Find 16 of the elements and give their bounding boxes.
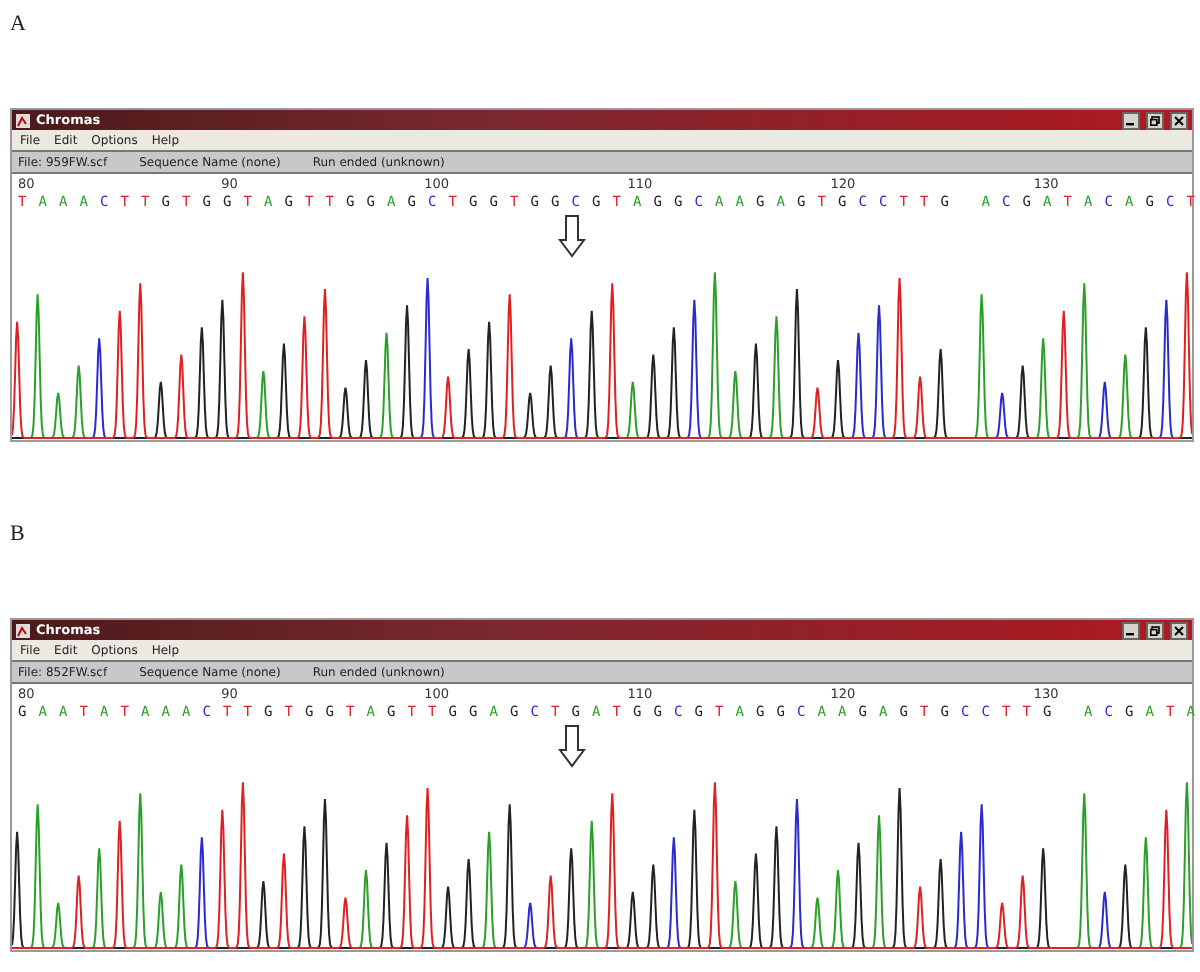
close-icon [1174, 115, 1184, 125]
minimize-button[interactable] [1122, 111, 1140, 129]
restore-icon [1150, 115, 1160, 125]
close-button[interactable] [1170, 111, 1188, 129]
minimize-button[interactable] [1122, 621, 1140, 639]
app-icon [16, 623, 30, 637]
down-arrow-icon [558, 724, 586, 768]
app-icon [16, 113, 30, 127]
close-button[interactable] [1170, 621, 1188, 639]
down-arrow-icon [558, 214, 586, 258]
panel-label: B [10, 522, 27, 550]
panel-label: A [10, 12, 28, 40]
restore-button[interactable] [1146, 111, 1164, 129]
restore-button[interactable] [1146, 621, 1164, 639]
restore-icon [1150, 625, 1160, 635]
close-icon [1174, 625, 1184, 635]
